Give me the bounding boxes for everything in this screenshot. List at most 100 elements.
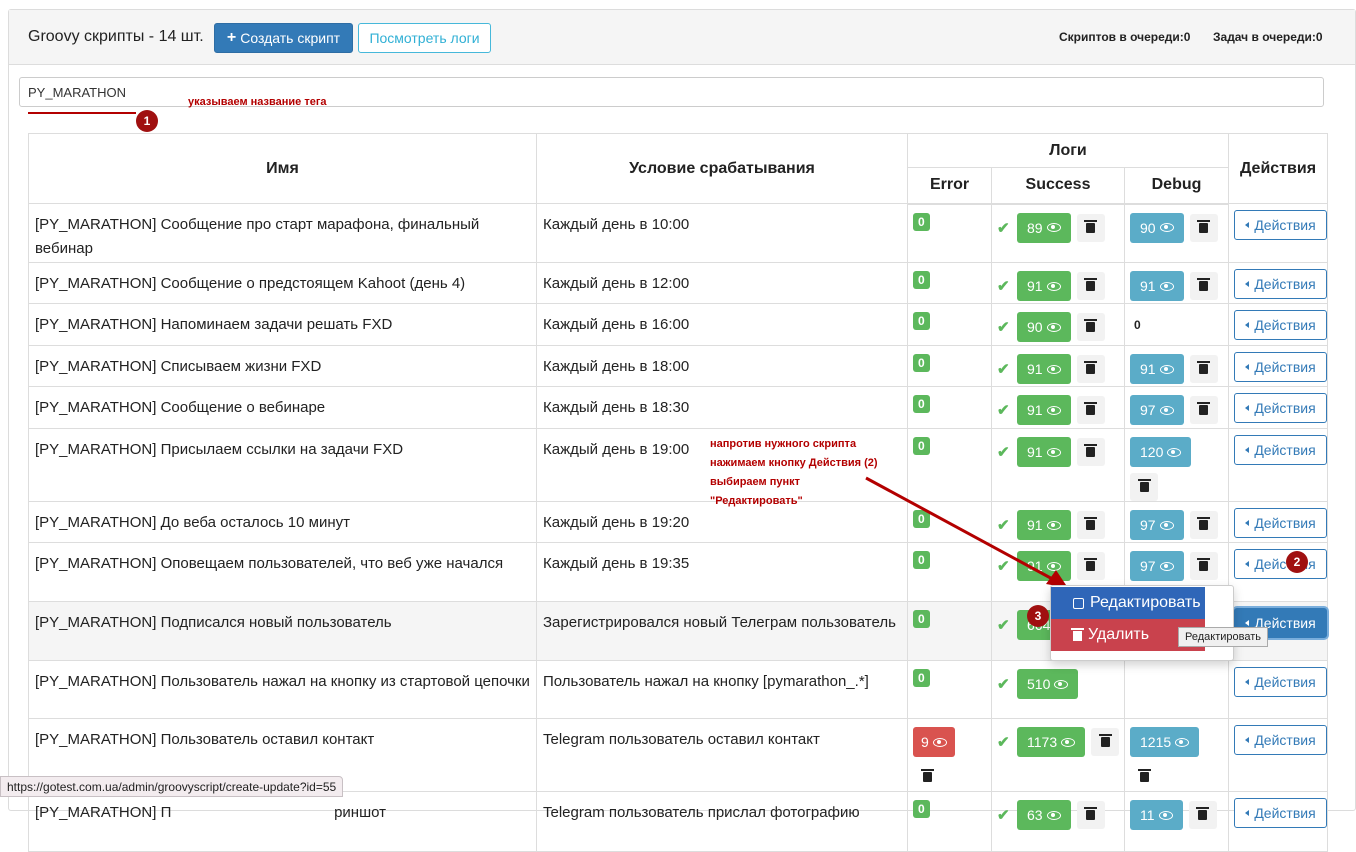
error-count-badge[interactable]: 0 [913,271,930,289]
check-icon: ✔ [997,402,1010,419]
debug-log-button[interactable]: 120 [1130,437,1192,467]
delete-success-logs-button[interactable] [1076,396,1105,424]
delete-debug-logs-button[interactable] [1130,763,1158,791]
eye-icon [932,738,947,747]
actions-button[interactable]: Действия [1234,549,1327,579]
trash-icon [1137,769,1151,782]
view-logs-button[interactable]: Посмотреть логи [358,23,491,53]
trash-icon [1197,219,1211,233]
step-2-marker: 2 [1286,551,1308,573]
delete-debug-logs-button[interactable] [1189,511,1218,539]
error-count-badge[interactable]: 0 [913,437,930,455]
actions-button[interactable]: Действия [1234,210,1327,240]
check-icon: ✔ [997,517,1010,534]
check-icon: ✔ [997,219,1010,237]
delete-success-logs-button[interactable] [1076,272,1105,300]
delete-success-logs-button[interactable] [1076,213,1105,242]
delete-error-logs-button[interactable] [913,763,941,791]
success-log-button[interactable]: 89 [1017,212,1071,243]
script-condition: Telegram пользователь прислал фотографию [543,804,860,821]
delete-success-logs-button[interactable] [1076,801,1105,829]
actions-button[interactable]: Действия [1234,667,1327,697]
actions-button[interactable]: Действия [1234,352,1327,382]
caret-left-icon [1245,281,1250,287]
eye-icon [1046,520,1061,530]
table-row: [PY_MARATHON] Сообщение о вебинаре Кажды… [28,386,1328,429]
create-script-button[interactable]: + Создать скрипт [214,23,353,53]
edit-menu-item[interactable]: Редактировать [1051,587,1205,619]
debug-count: 97 [1140,402,1156,418]
debug-log-button[interactable]: 97 [1130,551,1184,581]
success-log-button[interactable]: 90 [1017,312,1071,342]
trash-icon [1084,319,1098,332]
script-condition: Каждый день в 18:30 [543,399,690,416]
script-name-start: [PY_MARATHON] П [35,804,172,821]
debug-log-button[interactable]: 91 [1130,354,1184,384]
error-count-badge[interactable]: 0 [913,212,930,231]
scripts-table: Имя Условие срабатывания Логи Действия E… [28,133,1328,852]
success-count: 63 [1027,807,1043,823]
delete-debug-logs-button[interactable] [1189,355,1218,383]
delete-debug-logs-button[interactable] [1189,396,1218,424]
eye-icon [1159,561,1174,571]
actions-button[interactable]: Действия [1234,310,1327,340]
delete-success-logs-button[interactable] [1076,552,1105,580]
delete-success-logs-button[interactable] [1091,728,1120,756]
error-count-badge[interactable]: 0 [913,800,930,818]
debug-log-button[interactable]: 97 [1130,395,1184,425]
actions-button[interactable]: Действия [1234,725,1327,755]
debug-log-button[interactable]: 91 [1130,271,1184,301]
delete-debug-logs-button[interactable] [1188,801,1217,829]
error-log-button[interactable]: 9 [913,727,955,757]
debug-log-button[interactable]: 11 [1130,800,1183,830]
actions-button[interactable]: Действия [1234,508,1327,538]
caret-left-icon [1245,447,1250,453]
caret-left-icon [1245,561,1250,567]
debug-count: 120 [1140,444,1164,460]
debug-log-button[interactable]: 1215 [1130,727,1200,757]
success-log-button[interactable]: 91 [1017,437,1071,467]
success-log-button[interactable]: 510 [1017,669,1079,699]
delete-debug-logs-button[interactable] [1189,213,1218,242]
delete-debug-logs-button[interactable] [1189,552,1218,580]
actions-button[interactable]: Действия [1234,393,1327,423]
error-count-badge[interactable]: 0 [913,669,930,687]
debug-log-button[interactable]: 90 [1130,212,1184,243]
debug-count: 90 [1140,219,1156,236]
delete-debug-logs-button[interactable] [1189,272,1218,300]
success-log-button[interactable]: 91 [1017,395,1071,425]
actions-button[interactable]: Действия [1234,269,1327,299]
eye-icon [1046,364,1061,374]
actions-button[interactable]: Действия [1234,798,1327,828]
trash-icon [1084,807,1098,820]
success-log-button[interactable]: 91 [1017,510,1071,540]
success-log-button[interactable]: 91 [1017,551,1071,581]
error-count-badge[interactable]: 0 [913,551,930,569]
error-count-badge[interactable]: 0 [913,610,930,628]
script-condition: Зарегистрировался новый Телеграм пользов… [543,614,896,631]
column-header-debug: Debug [1124,167,1229,205]
caret-left-icon [1245,322,1250,328]
actions-label: Действия [1254,805,1316,821]
error-count-badge[interactable]: 0 [913,354,930,372]
trash-icon [1098,734,1112,747]
delete-success-logs-button[interactable] [1076,511,1105,539]
column-header-condition: Условие срабатывания [536,133,908,204]
delete-debug-logs-button[interactable] [1130,473,1158,501]
delete-success-logs-button[interactable] [1076,355,1105,383]
delete-success-logs-button[interactable] [1076,438,1105,466]
success-log-button[interactable]: 63 [1017,800,1071,830]
success-count: 91 [1027,278,1043,294]
success-count: 91 [1027,517,1043,533]
success-log-button[interactable]: 91 [1017,271,1071,301]
trash-icon [1084,558,1098,571]
success-log-button[interactable]: 91 [1017,354,1071,384]
instruction-line: напротив нужного скрипта [710,438,857,450]
actions-button[interactable]: Действия [1234,435,1327,465]
error-count-badge[interactable]: 0 [913,312,930,330]
success-log-button[interactable]: 1173 [1017,727,1086,757]
error-count-badge[interactable]: 0 [913,510,930,528]
debug-log-button[interactable]: 97 [1130,510,1184,540]
delete-success-logs-button[interactable] [1076,313,1105,341]
error-count-badge[interactable]: 0 [913,395,930,413]
